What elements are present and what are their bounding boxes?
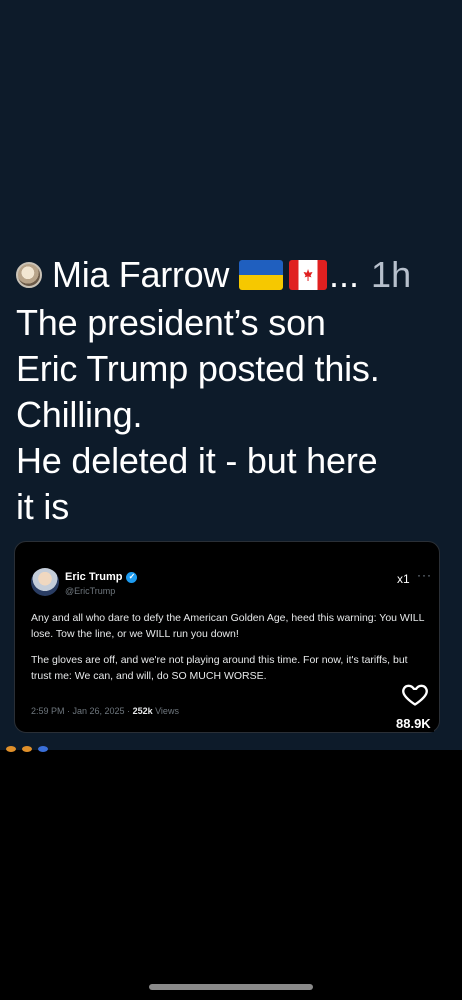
embed-body: Any and all who dare to defy the America… (31, 610, 429, 694)
ukraine-flag-icon (239, 260, 284, 290)
embed-paragraph-1: Any and all who dare to defy the America… (31, 612, 425, 640)
post-text: The president’s son Eric Trump posted th… (16, 302, 380, 527)
embedded-tweet-screenshot[interactable]: Eric Trump ✓ @EricTrump x1 ··· Any and a… (14, 541, 440, 733)
like-count: 88.9K (393, 715, 434, 732)
embed-paragraph-2: The gloves are off, and we're not playin… (31, 654, 408, 682)
home-indicator[interactable] (149, 984, 313, 990)
canada-flag-icon (289, 260, 328, 290)
screenshot-area: Mia Farrow ... 1h The president’s son Er… (0, 0, 462, 752)
embed-x-label: x1 (397, 572, 410, 586)
embed-views-count: 252k (132, 706, 153, 716)
reaction-dots (6, 744, 66, 752)
verified-badge-icon: ✓ (126, 571, 138, 583)
embed-timestamp: 2:59 PM · Jan 26, 2025 · (31, 706, 133, 716)
embed-more-icon: ··· (417, 568, 432, 582)
author-name[interactable]: Mia Farrow (52, 254, 229, 296)
post-header: Mia Farrow ... 1h (16, 254, 412, 296)
author-avatar[interactable] (16, 262, 42, 288)
post-time: 1h (371, 254, 412, 295)
embed-author: Eric Trump ✓ (65, 571, 138, 583)
name-ellipsis: ... (329, 254, 360, 295)
embed-handle: @EricTrump (65, 586, 116, 596)
reaction-dot (38, 746, 48, 752)
embed-views-label: Views (152, 706, 179, 716)
reaction-dot (6, 746, 16, 752)
embed-meta: 2:59 PM · Jan 26, 2025 · 252k Views (31, 706, 179, 716)
heart-icon[interactable] (400, 680, 430, 708)
reaction-dot (22, 746, 32, 752)
embed-avatar (31, 568, 59, 596)
embed-author-name: Eric Trump (65, 571, 123, 583)
